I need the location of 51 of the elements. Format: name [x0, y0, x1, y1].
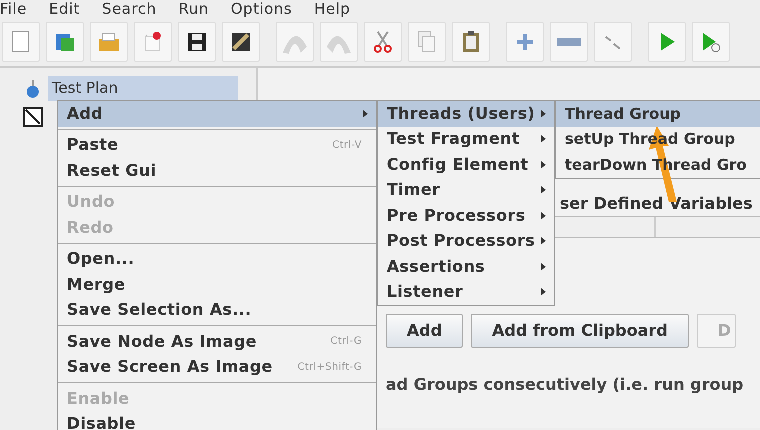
- menu-item[interactable]: Options: [230, 0, 292, 20]
- menu-item[interactable]: Save Selection As...: [58, 298, 376, 323]
- menu-item[interactable]: File: [0, 0, 28, 20]
- menu-item[interactable]: Save Node As Image Ctrl-G: [58, 329, 376, 354]
- menu-item[interactable]: Help: [314, 0, 351, 20]
- menu-item[interactable]: Run: [178, 0, 209, 20]
- plus-button[interactable]: [506, 22, 544, 62]
- menu-item[interactable]: Timer: [378, 178, 554, 203]
- menu-item[interactable]: Paste Ctrl-V: [58, 132, 376, 158]
- shortcut-label: Ctrl-V: [332, 138, 362, 153]
- menu-item[interactable]: Test Fragment: [378, 126, 554, 152]
- menu-item[interactable]: Thread Group: [556, 101, 760, 126]
- folder-button[interactable]: [90, 22, 128, 62]
- play-button[interactable]: [648, 22, 686, 62]
- option-text: ad Groups consecutively (i.e. run group: [386, 374, 745, 396]
- scissors-button[interactable]: [364, 22, 402, 62]
- menu-item: Enable: [66, 388, 131, 410]
- shortcut-label: Ctrl+Shift-G: [298, 360, 362, 375]
- menu-item: Undo: [66, 191, 116, 214]
- menu-item: Redo: [66, 216, 115, 239]
- menu-item[interactable]: Reset Gui: [58, 158, 376, 184]
- menu-item[interactable]: Open...: [58, 246, 376, 272]
- save-as-button[interactable]: [222, 22, 260, 62]
- workbench-icon: [22, 104, 44, 128]
- save-button[interactable]: [178, 22, 216, 62]
- menu-item[interactable]: Threads (Users): [378, 101, 554, 126]
- menu-item[interactable]: Disable: [58, 412, 376, 430]
- menu-item[interactable]: Config Element: [378, 152, 554, 178]
- menu-item[interactable]: Post Processors: [378, 228, 554, 254]
- delete-button: D: [697, 314, 736, 348]
- clipboard-button[interactable]: [452, 22, 490, 62]
- menu-item[interactable]: Merge: [58, 272, 376, 298]
- templates-button[interactable]: [46, 22, 84, 62]
- menu-item[interactable]: Add: [58, 101, 376, 126]
- shortcut-label: Ctrl-G: [330, 335, 362, 350]
- page-button[interactable]: [2, 22, 40, 62]
- menu-item[interactable]: Pre Processors: [378, 203, 554, 228]
- tree-item[interactable]: Test Plan: [48, 76, 238, 100]
- menu-item[interactable]: Search: [102, 0, 157, 20]
- menu-item[interactable]: Assertions: [378, 254, 554, 280]
- menu-item[interactable]: Save Screen As Image Ctrl+Shift-G: [58, 354, 376, 380]
- menu-item[interactable]: Edit: [49, 0, 80, 20]
- menu-item[interactable]: Listener: [378, 280, 554, 305]
- add-button[interactable]: Add: [386, 314, 464, 348]
- variables-label: ser Defined Variables: [560, 193, 753, 215]
- add-from-clipboard-button[interactable]: Add from Clipboard: [471, 314, 689, 348]
- toggle-button[interactable]: [594, 22, 632, 62]
- copy-button[interactable]: [408, 22, 446, 62]
- minus-button[interactable]: [550, 22, 588, 62]
- play-button[interactable]: [692, 22, 730, 62]
- page-button[interactable]: [134, 22, 172, 62]
